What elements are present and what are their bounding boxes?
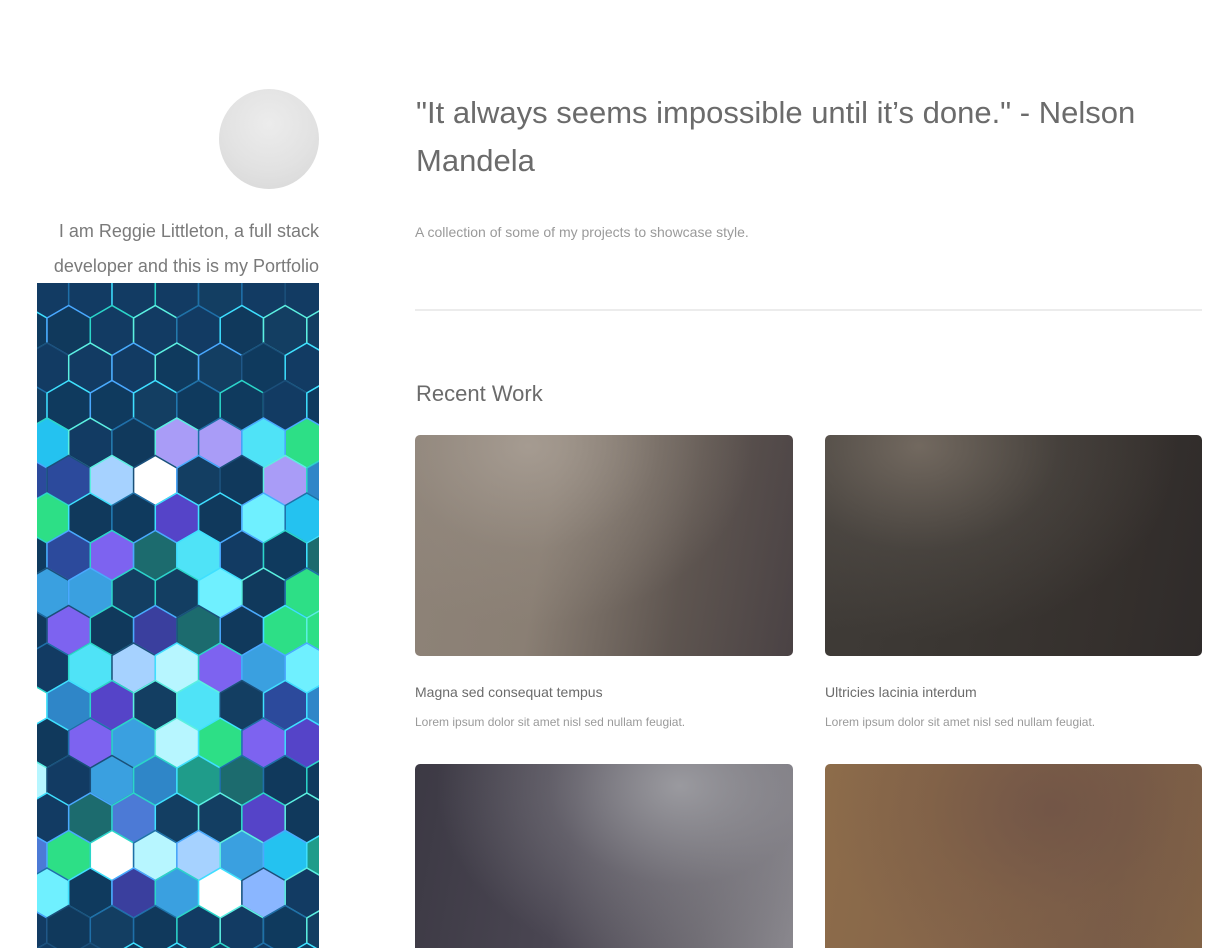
- work-item-description: Lorem ipsum dolor sit amet nisl sed null…: [415, 715, 686, 729]
- work-item: [825, 764, 1202, 948]
- hexagon-pattern: [37, 283, 319, 948]
- work-item-title: Ultricies lacinia interdum: [825, 684, 977, 700]
- work-thumbnail-link[interactable]: [415, 764, 793, 948]
- work-item: [415, 764, 793, 948]
- work-item-title: Magna sed consequat tempus: [415, 684, 603, 700]
- work-thumbnail-link[interactable]: [415, 435, 793, 656]
- work-item-description: Lorem ipsum dolor sit amet nisl sed null…: [825, 715, 1096, 729]
- recent-work-title: Recent Work: [416, 381, 543, 406]
- page-subtitle: A collection of some of my projects to s…: [415, 224, 749, 240]
- hexagon-banner-image: [37, 283, 319, 948]
- page-quote: "It always seems impossible until it’s d…: [416, 95, 1136, 178]
- avatar[interactable]: [219, 89, 319, 189]
- section-divider: [415, 309, 1202, 311]
- bio-text: I am Reggie Littleton, a full stack deve…: [20, 214, 319, 284]
- bio-line-1: I am Reggie Littleton, a full stack: [58, 221, 319, 241]
- work-thumbnail-link[interactable]: [825, 435, 1202, 656]
- work-thumbnail-link[interactable]: [825, 764, 1202, 948]
- main-content: "It always seems impossible until it’s d…: [415, 0, 1202, 948]
- portfolio-page: I am Reggie Littleton, a full stack deve…: [0, 0, 1232, 948]
- bio-line-2: developer and this is my Portfolio: [53, 256, 319, 276]
- sidebar: I am Reggie Littleton, a full stack deve…: [0, 0, 340, 948]
- work-item: Magna sed consequat tempus Lorem ipsum d…: [415, 435, 793, 729]
- work-item: Ultricies lacinia interdum Lorem ipsum d…: [825, 435, 1202, 729]
